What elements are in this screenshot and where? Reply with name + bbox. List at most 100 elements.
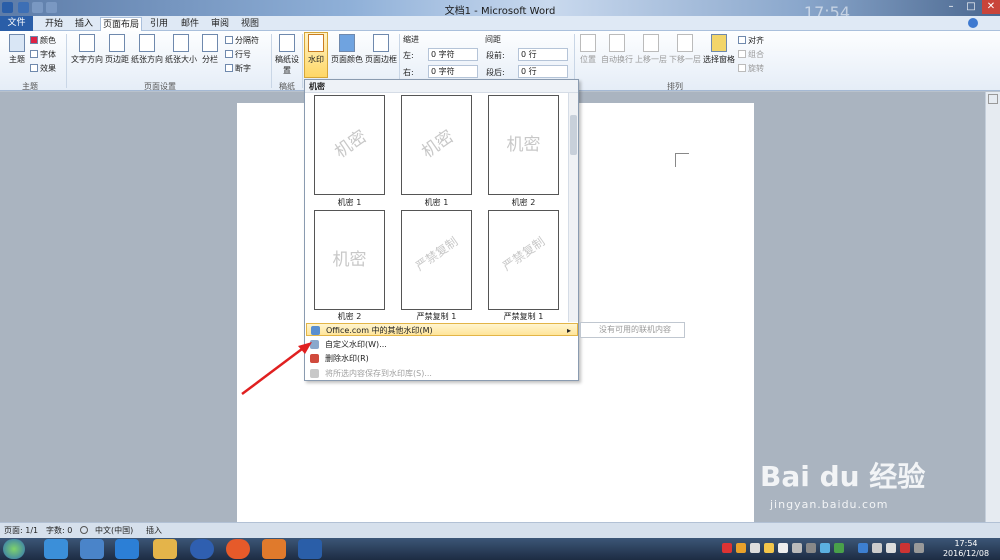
- tab-home[interactable]: 开始: [40, 17, 68, 31]
- page-color-button[interactable]: 页面颜色: [330, 33, 364, 77]
- volume-icon[interactable]: [886, 543, 896, 553]
- tray-icon[interactable]: [764, 543, 774, 553]
- menu-more-watermarks[interactable]: Office.com 中的其他水印(M) ▸: [306, 323, 578, 336]
- align-button[interactable]: 对齐: [738, 35, 764, 46]
- theme-effects-button[interactable]: 效果: [30, 63, 56, 74]
- wrap-text-button[interactable]: 自动换行: [600, 33, 634, 77]
- uc-browser-icon[interactable]: [262, 539, 286, 559]
- menu-remove-watermark[interactable]: 删除水印(R): [306, 352, 578, 365]
- themes-button[interactable]: 主题: [2, 33, 32, 77]
- menu-save-to-gallery[interactable]: 将所选内容保存到水印库(S)...: [306, 367, 578, 380]
- hyphenation-button[interactable]: 断字: [225, 63, 251, 74]
- tab-view[interactable]: 视图: [236, 17, 264, 31]
- indent-left-input[interactable]: 0 字符: [428, 48, 478, 61]
- indent-left-label: 左:: [403, 51, 414, 60]
- group-label-draft: 稿纸: [279, 82, 295, 91]
- watermark-thumb[interactable]: 严禁复制: [401, 210, 472, 310]
- tray-icon[interactable]: [736, 543, 746, 553]
- baidu-url: jingyan.baidu.com: [770, 498, 889, 511]
- start-button[interactable]: [3, 539, 25, 559]
- folder-icon[interactable]: [153, 539, 177, 559]
- line-numbers-button[interactable]: 行号: [225, 49, 251, 60]
- tray-icon[interactable]: [750, 543, 760, 553]
- tab-references[interactable]: 引用: [145, 17, 173, 31]
- watermark-button[interactable]: 水印: [304, 32, 328, 78]
- proofing-icon[interactable]: [80, 526, 88, 534]
- status-page[interactable]: 页面: 1/1: [4, 525, 38, 536]
- group-label-arrange: 排列: [667, 82, 683, 91]
- group-label: 组合: [748, 50, 764, 59]
- tray-icon[interactable]: [778, 543, 788, 553]
- watermark-thumb[interactable]: 机密: [314, 95, 385, 195]
- taskbar: 17:54 2016/12/08: [0, 538, 1000, 560]
- tray-icon[interactable]: [820, 543, 830, 553]
- network-icon[interactable]: [872, 543, 882, 553]
- tab-mailings[interactable]: 邮件: [176, 17, 204, 31]
- tab-insert[interactable]: 插入: [70, 17, 98, 31]
- watermark-thumb[interactable]: 严禁复制: [488, 210, 559, 310]
- watermark-gallery: 机密 机密 机密 1 机密 机密 1 机密 机密 2 机密 机密 2 严禁复制 …: [304, 79, 579, 381]
- selection-pane-button[interactable]: 选择窗格: [702, 33, 736, 77]
- columns-button[interactable]: 分栏: [198, 33, 222, 77]
- ruler-toggle-icon[interactable]: [988, 94, 998, 104]
- margins-icon: [109, 34, 125, 52]
- draft-settings-button[interactable]: 稿纸设置: [274, 33, 300, 77]
- help-icon[interactable]: [968, 18, 978, 28]
- group-button[interactable]: 组合: [738, 49, 764, 60]
- status-words[interactable]: 字数: 0: [46, 525, 72, 536]
- k-app-icon[interactable]: [190, 539, 214, 559]
- watermark-thumb[interactable]: 机密: [314, 210, 385, 310]
- thumb-caption: 机密 2: [511, 198, 536, 207]
- breaks-button[interactable]: 分隔符: [225, 35, 259, 46]
- ie-icon[interactable]: [44, 539, 68, 559]
- group-label-theme: 主题: [22, 82, 38, 91]
- maximize-button[interactable]: □: [962, 0, 980, 14]
- margins-button[interactable]: 页边距: [104, 33, 130, 77]
- indent-right-input[interactable]: 0 字符: [428, 65, 478, 78]
- watermark-text: 机密: [331, 126, 371, 163]
- minimize-button[interactable]: –: [942, 0, 960, 14]
- media-player-icon[interactable]: [226, 539, 250, 559]
- menu-custom-watermark[interactable]: 自定义水印(W)...: [306, 338, 578, 351]
- tray-icon[interactable]: [914, 543, 924, 553]
- cloud-icon[interactable]: [115, 539, 139, 559]
- page-borders-button[interactable]: 页面边框: [364, 33, 398, 77]
- position-button[interactable]: 位置: [576, 33, 600, 77]
- tray-icon[interactable]: [722, 543, 732, 553]
- tab-review[interactable]: 审阅: [206, 17, 234, 31]
- theme-fonts-button[interactable]: 字体: [30, 49, 56, 60]
- rotate-button[interactable]: 旋转: [738, 63, 764, 74]
- vertical-scrollbar[interactable]: [985, 92, 1000, 522]
- watermark-thumb[interactable]: 机密: [401, 95, 472, 195]
- word-taskbar-icon[interactable]: [298, 539, 322, 559]
- theme-colors-button[interactable]: 颜色: [30, 35, 56, 46]
- rotate-label: 旋转: [748, 64, 764, 73]
- tab-file[interactable]: 文件: [0, 16, 33, 31]
- spacing-after-input[interactable]: 0 行: [518, 65, 568, 78]
- tray-icon[interactable]: [900, 543, 910, 553]
- send-backward-button[interactable]: 下移一层: [668, 33, 702, 77]
- tab-page-layout[interactable]: 页面布局: [100, 17, 142, 32]
- watermark-text: 机密: [332, 250, 367, 270]
- page-borders-icon: [373, 34, 389, 52]
- status-insert-mode[interactable]: 插入: [146, 525, 162, 536]
- scroll-thumb[interactable]: [570, 115, 577, 155]
- close-button[interactable]: ✕: [982, 0, 1000, 14]
- status-language[interactable]: 中文(中国): [95, 525, 133, 536]
- thumb-caption: 机密 1: [337, 198, 362, 207]
- bring-forward-button[interactable]: 上移一层: [634, 33, 668, 77]
- tray-icon[interactable]: [834, 543, 844, 553]
- clock-date: 2016/12/08: [942, 549, 990, 558]
- spacing-before-input[interactable]: 0 行: [518, 48, 568, 61]
- shield-icon[interactable]: [858, 543, 868, 553]
- watermark-thumb[interactable]: 机密: [488, 95, 559, 195]
- text-direction-button[interactable]: 文字方向: [70, 33, 104, 77]
- tray-icon[interactable]: [806, 543, 816, 553]
- app-bird-icon[interactable]: [80, 539, 104, 559]
- wrap-text-label: 自动换行: [601, 55, 633, 64]
- orientation-button[interactable]: 纸张方向: [130, 33, 164, 77]
- tray-icon[interactable]: [792, 543, 802, 553]
- taskbar-clock[interactable]: 17:54 2016/12/08: [936, 539, 996, 559]
- gallery-scrollbar[interactable]: [568, 93, 578, 322]
- size-button[interactable]: 纸张大小: [164, 33, 198, 77]
